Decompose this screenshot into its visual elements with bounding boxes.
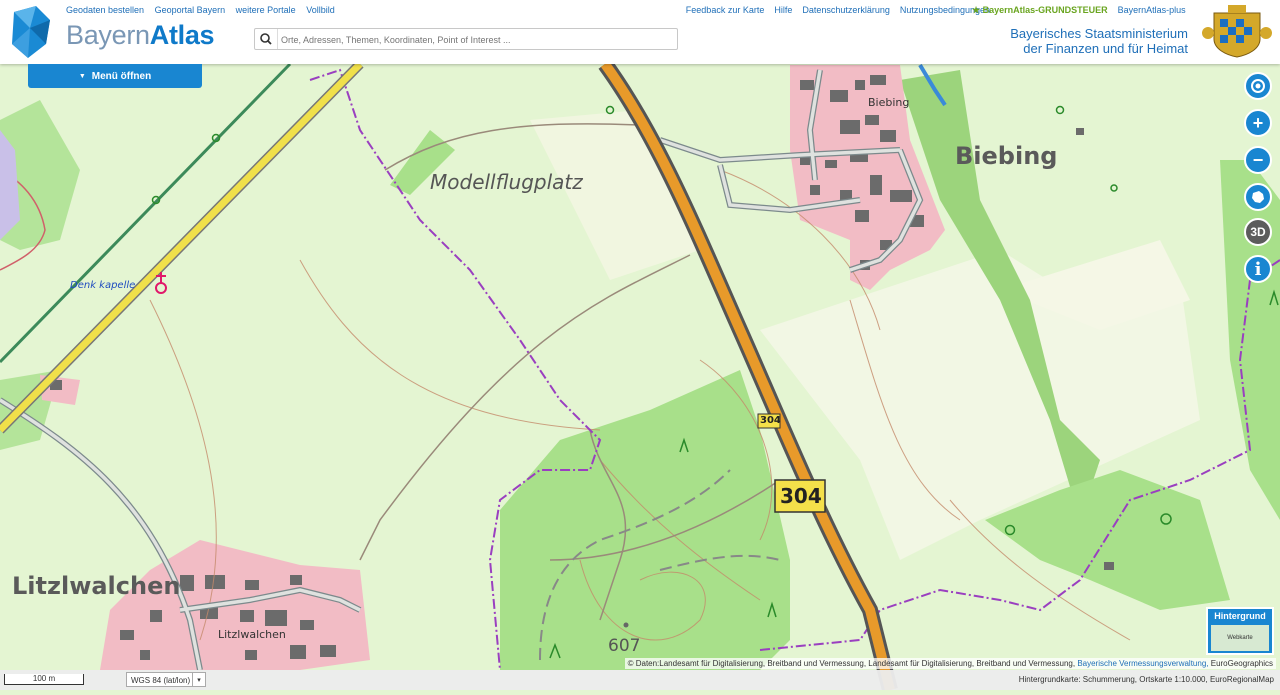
caret-down-icon: ▼ [78, 72, 86, 80]
label-biebing-small: Biebing [868, 96, 910, 109]
label-litzlwalchen-small: Litzlwalchen [218, 628, 286, 641]
label-elevation: 607 [608, 636, 641, 656]
background-selector[interactable]: Hintergrund Webkarte [1206, 607, 1274, 655]
link-datenschutz[interactable]: Datenschutzerklärung [802, 5, 890, 15]
link-weitere-portale[interactable]: weitere Portale [236, 5, 296, 15]
brand-title[interactable]: BayernAtlas [66, 20, 215, 51]
background-thumb-label: Webkarte [1227, 635, 1253, 641]
map-graphic [0, 0, 1280, 692]
scale-label: 100 m [32, 674, 56, 683]
zoom-out-button[interactable]: − [1244, 146, 1272, 174]
search-box [254, 28, 678, 50]
locate-icon [1251, 79, 1265, 93]
locate-button[interactable] [1244, 72, 1272, 100]
label-modellflugplatz: Modellflugplatz [430, 170, 583, 194]
header-bar: Geodaten bestellen Geoportal Bayern weit… [0, 0, 1280, 64]
copyright-link[interactable]: Bayerische Vermessungsverwaltung, [1077, 659, 1208, 668]
label-litzlwalchen-big: Litzlwalchen [12, 572, 181, 600]
portal-links: ★ BayernAtlas-GRUNDSTEUER BayernAtlas-pl… [972, 5, 1186, 16]
top-links: Geodaten bestellen Geoportal Bayern weit… [66, 5, 343, 15]
scale-bar: 100 m [4, 674, 84, 685]
link-bayernatlas-plus[interactable]: BayernAtlas-plus [1118, 5, 1186, 16]
background-thumbnail[interactable]: Webkarte [1211, 625, 1269, 651]
ministry-title: Bayerisches Staatsministerium der Finanz… [1010, 26, 1188, 56]
plus-icon: + [1252, 112, 1264, 133]
background-map-info: Hintergrundkarte: Schummerung, Ortskarte… [1018, 675, 1274, 684]
bavaria-extent-button[interactable] [1244, 183, 1272, 211]
ministry-line2: der Finanzen und für Heimat [1023, 41, 1188, 56]
copyright-prefix: © Daten:Landesamt für Digitalisierung, B… [627, 659, 1076, 668]
bavaria-coat-of-arms-icon [1202, 5, 1272, 58]
link-grundsteuer[interactable]: ★ BayernAtlas-GRUNDSTEUER [972, 5, 1108, 16]
label-biebing-big: Biebing [955, 142, 1058, 170]
zoom-in-button[interactable]: + [1244, 109, 1272, 137]
bavaria-map-icon [1252, 191, 1264, 203]
brand-part1: Bayern [66, 20, 150, 50]
grundsteuer-label: BayernAtlas-GRUNDSTEUER [982, 5, 1108, 15]
link-hilfe[interactable]: Hilfe [774, 5, 792, 15]
link-geoportal-bayern[interactable]: Geoportal Bayern [155, 5, 226, 15]
minus-icon: − [1252, 149, 1264, 170]
search-icon[interactable] [255, 29, 278, 49]
menu-open-button[interactable]: ▼ Menü öffnen [28, 64, 202, 88]
coordinate-system-select[interactable]: WGS 84 (lat/lon) ▾ [126, 672, 206, 687]
coordinate-system-value: WGS 84 (lat/lon) [131, 676, 191, 685]
copyright-notice: © Daten:Landesamt für Digitalisierung, B… [624, 658, 1276, 669]
road-shield-big: 304 [780, 484, 822, 508]
bayernatlas-logo-icon[interactable] [6, 4, 56, 60]
ministry-line1: Bayerisches Staatsministerium [1010, 26, 1188, 41]
brand-part2: Atlas [149, 20, 215, 50]
search-input[interactable] [279, 31, 673, 49]
copyright-suffix: EuroGeographics [1210, 659, 1273, 668]
utility-links: Feedback zur Karte Hilfe Datenschutzerkl… [686, 5, 990, 15]
link-vollbild[interactable]: Vollbild [306, 5, 335, 15]
3d-button[interactable]: 3D [1244, 218, 1272, 246]
star-icon: ★ [972, 5, 983, 15]
label-denkmalkapelle: Denk kapelle [70, 280, 136, 291]
footer-bar: 100 m WGS 84 (lat/lon) ▾ Hintergrundkart… [0, 670, 1280, 690]
link-feedback[interactable]: Feedback zur Karte [686, 5, 765, 15]
road-shield-small: 304 [760, 415, 781, 426]
map-canvas[interactable]: Modellflugplatz Biebing Biebing Litzlwal… [0, 0, 1280, 692]
info-icon: i [1254, 258, 1262, 280]
select-arrow-icon: ▾ [192, 673, 205, 686]
3d-label: 3D [1250, 225, 1266, 239]
background-title: Hintergrund [1214, 611, 1266, 621]
link-geodaten-bestellen[interactable]: Geodaten bestellen [66, 5, 144, 15]
info-button[interactable]: i [1244, 255, 1272, 283]
menu-open-label: Menü öffnen [91, 70, 152, 82]
